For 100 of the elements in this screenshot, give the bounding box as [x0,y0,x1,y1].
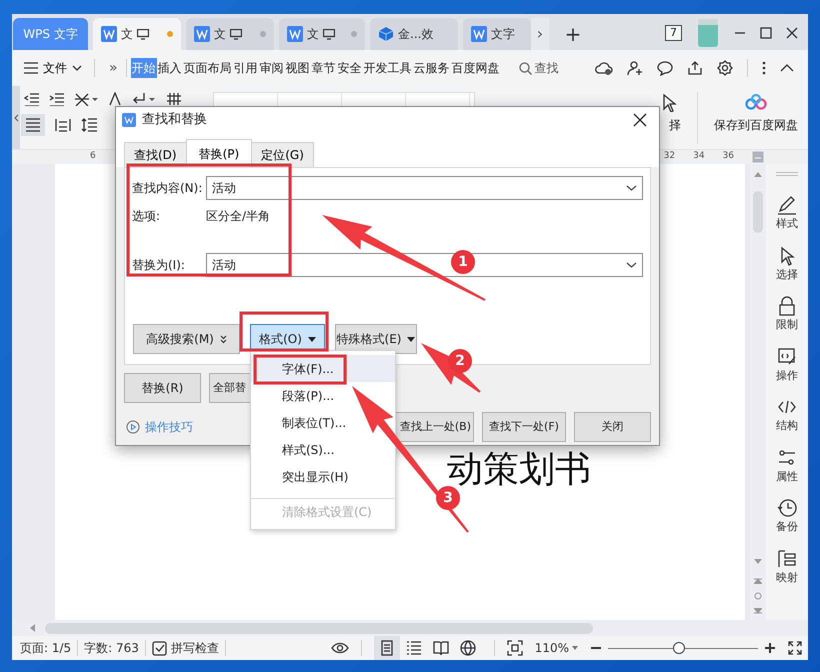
chevron-up-icon[interactable] [780,64,794,72]
ribbon-tab[interactable]: 百度网盘 [450,58,501,78]
justify-icon [25,118,41,132]
cloud-icon[interactable] [595,60,613,76]
settings-icon[interactable] [717,60,733,76]
field-label: 查找内容(N): [132,180,204,197]
cursor-icon[interactable] [663,94,677,112]
comment-icon[interactable] [657,60,673,76]
menu-item[interactable]: 段落(P)... [251,382,395,409]
cube-icon [378,26,394,42]
web-view-icon [460,640,476,656]
document-icon [471,26,487,42]
ruler-number: 6 [90,150,96,164]
save-to-cloud-button[interactable]: 保存到百度网盘 [704,86,808,149]
ribbon-tab[interactable]: 章节 [310,58,337,78]
document-tab[interactable]: 金...效 [370,18,458,50]
maximize-icon[interactable] [760,27,772,39]
lock-icon [777,296,797,316]
side-panel-button[interactable]: 限制 [776,296,798,334]
word-count[interactable]: 字数: 763 [84,639,139,657]
table-icon[interactable] [166,92,182,106]
document-tab[interactable]: 文 [186,18,274,50]
search-icon [518,62,532,74]
page-view-icon [378,640,395,656]
spell-check-button[interactable]: 拼写检查 [152,639,219,657]
tab-scroll-button[interactable]: › [531,18,549,50]
distribute-icon[interactable] [55,118,71,132]
side-panel-button[interactable]: 映射 [776,548,798,586]
ribbon-tab[interactable]: 引用 [232,58,259,78]
search-button[interactable]: 查找 [512,58,565,78]
chevron-down-icon [626,262,637,268]
play-circle-icon [126,420,140,434]
increase-indent-icon[interactable] [49,92,64,106]
justify-button[interactable] [21,114,45,136]
ribbon-tab[interactable]: 插入 [156,58,183,78]
more-options-icon[interactable] [762,61,766,75]
monitor-icon [137,28,149,40]
line-break-icon[interactable] [132,92,156,106]
caret-icon [407,336,416,342]
ruler-toggle-icon[interactable] [752,151,764,163]
zoom-slider-thumb[interactable] [672,642,684,654]
check-box-icon [152,640,167,656]
document-icon [101,26,117,42]
dialog-button[interactable]: 高级搜索(M) [133,324,240,354]
menu-icon [24,62,38,74]
history-icon [777,498,797,518]
page-view-button[interactable] [374,636,400,660]
options-text: 区分全/半角 [206,208,270,225]
zoom-dropdown[interactable]: 110% [528,638,584,658]
side-panel-button[interactable]: 样式 [776,195,798,232]
side-panel-button[interactable]: 操作 [776,346,798,384]
ribbon-tab[interactable]: 开发工具 [362,58,413,78]
close-icon[interactable] [786,27,798,39]
select-label[interactable]: 择 [669,116,681,134]
find-combo-field[interactable]: 活动 [206,176,643,200]
side-panel-button[interactable]: 备份 [776,498,798,536]
add-user-icon[interactable] [627,60,643,76]
ruler-number: 32 [664,150,676,164]
document-tab[interactable]: 文 [93,18,181,50]
monitor-icon [323,28,335,40]
ribbon-tab[interactable]: 审阅 [258,58,285,78]
window-count-badge[interactable]: 7 [665,25,682,41]
double-chevron-icon [220,334,227,344]
ribbon-tab[interactable]: 视图 [284,58,311,78]
edit-code-icon [777,346,797,366]
fullscreen-icon[interactable] [788,641,802,655]
dialog-tab[interactable]: 定位(G) [251,142,314,167]
ribbon-tab[interactable]: 安全 [336,58,363,78]
share-icon[interactable] [687,60,703,76]
dialog-button[interactable]: 关闭 [574,412,651,442]
ribbon-tab[interactable]: 页面布局 [182,58,233,78]
document-tab[interactable]: 文字 [463,18,531,50]
caret-icon [572,646,578,650]
cloud-link-icon [745,94,767,110]
dialog-button[interactable]: 替换(R) [124,373,201,403]
page-count[interactable]: 页面: 1/5 [20,639,72,657]
decrease-indent-icon[interactable] [24,92,39,106]
zoom-in-icon[interactable] [764,642,776,654]
more-button[interactable]: » [103,58,124,78]
read-view-icon [432,640,449,656]
brush-icon [777,195,797,215]
eye-icon[interactable] [330,642,349,654]
close-icon[interactable] [633,113,647,127]
side-panel-button[interactable]: 选择 [776,246,798,283]
side-panel-button[interactable]: 结构 [776,397,798,434]
new-tab-button[interactable]: + [558,18,588,50]
dialog-button[interactable]: 特殊格式(E) [335,324,417,354]
collapse-left-icon[interactable] [14,114,18,122]
file-menu[interactable]: 文件 [20,59,86,77]
side-panel-button[interactable]: 属性 [776,448,798,485]
ruler-number: 36 [722,150,734,164]
field-label: 替换为(I): [132,257,186,274]
field-label: 选项: [132,208,162,225]
dialog-button[interactable]: 查找下一处(F) [482,412,566,442]
menu-item[interactable]: 突出显示(H) [251,463,395,490]
slider-icon [777,448,797,468]
fit-page-icon[interactable] [506,640,523,656]
ruler-number: 34 [693,150,705,164]
ribbon-tab[interactable]: 云服务 [412,58,451,78]
document-tab[interactable]: 文 [279,18,365,50]
